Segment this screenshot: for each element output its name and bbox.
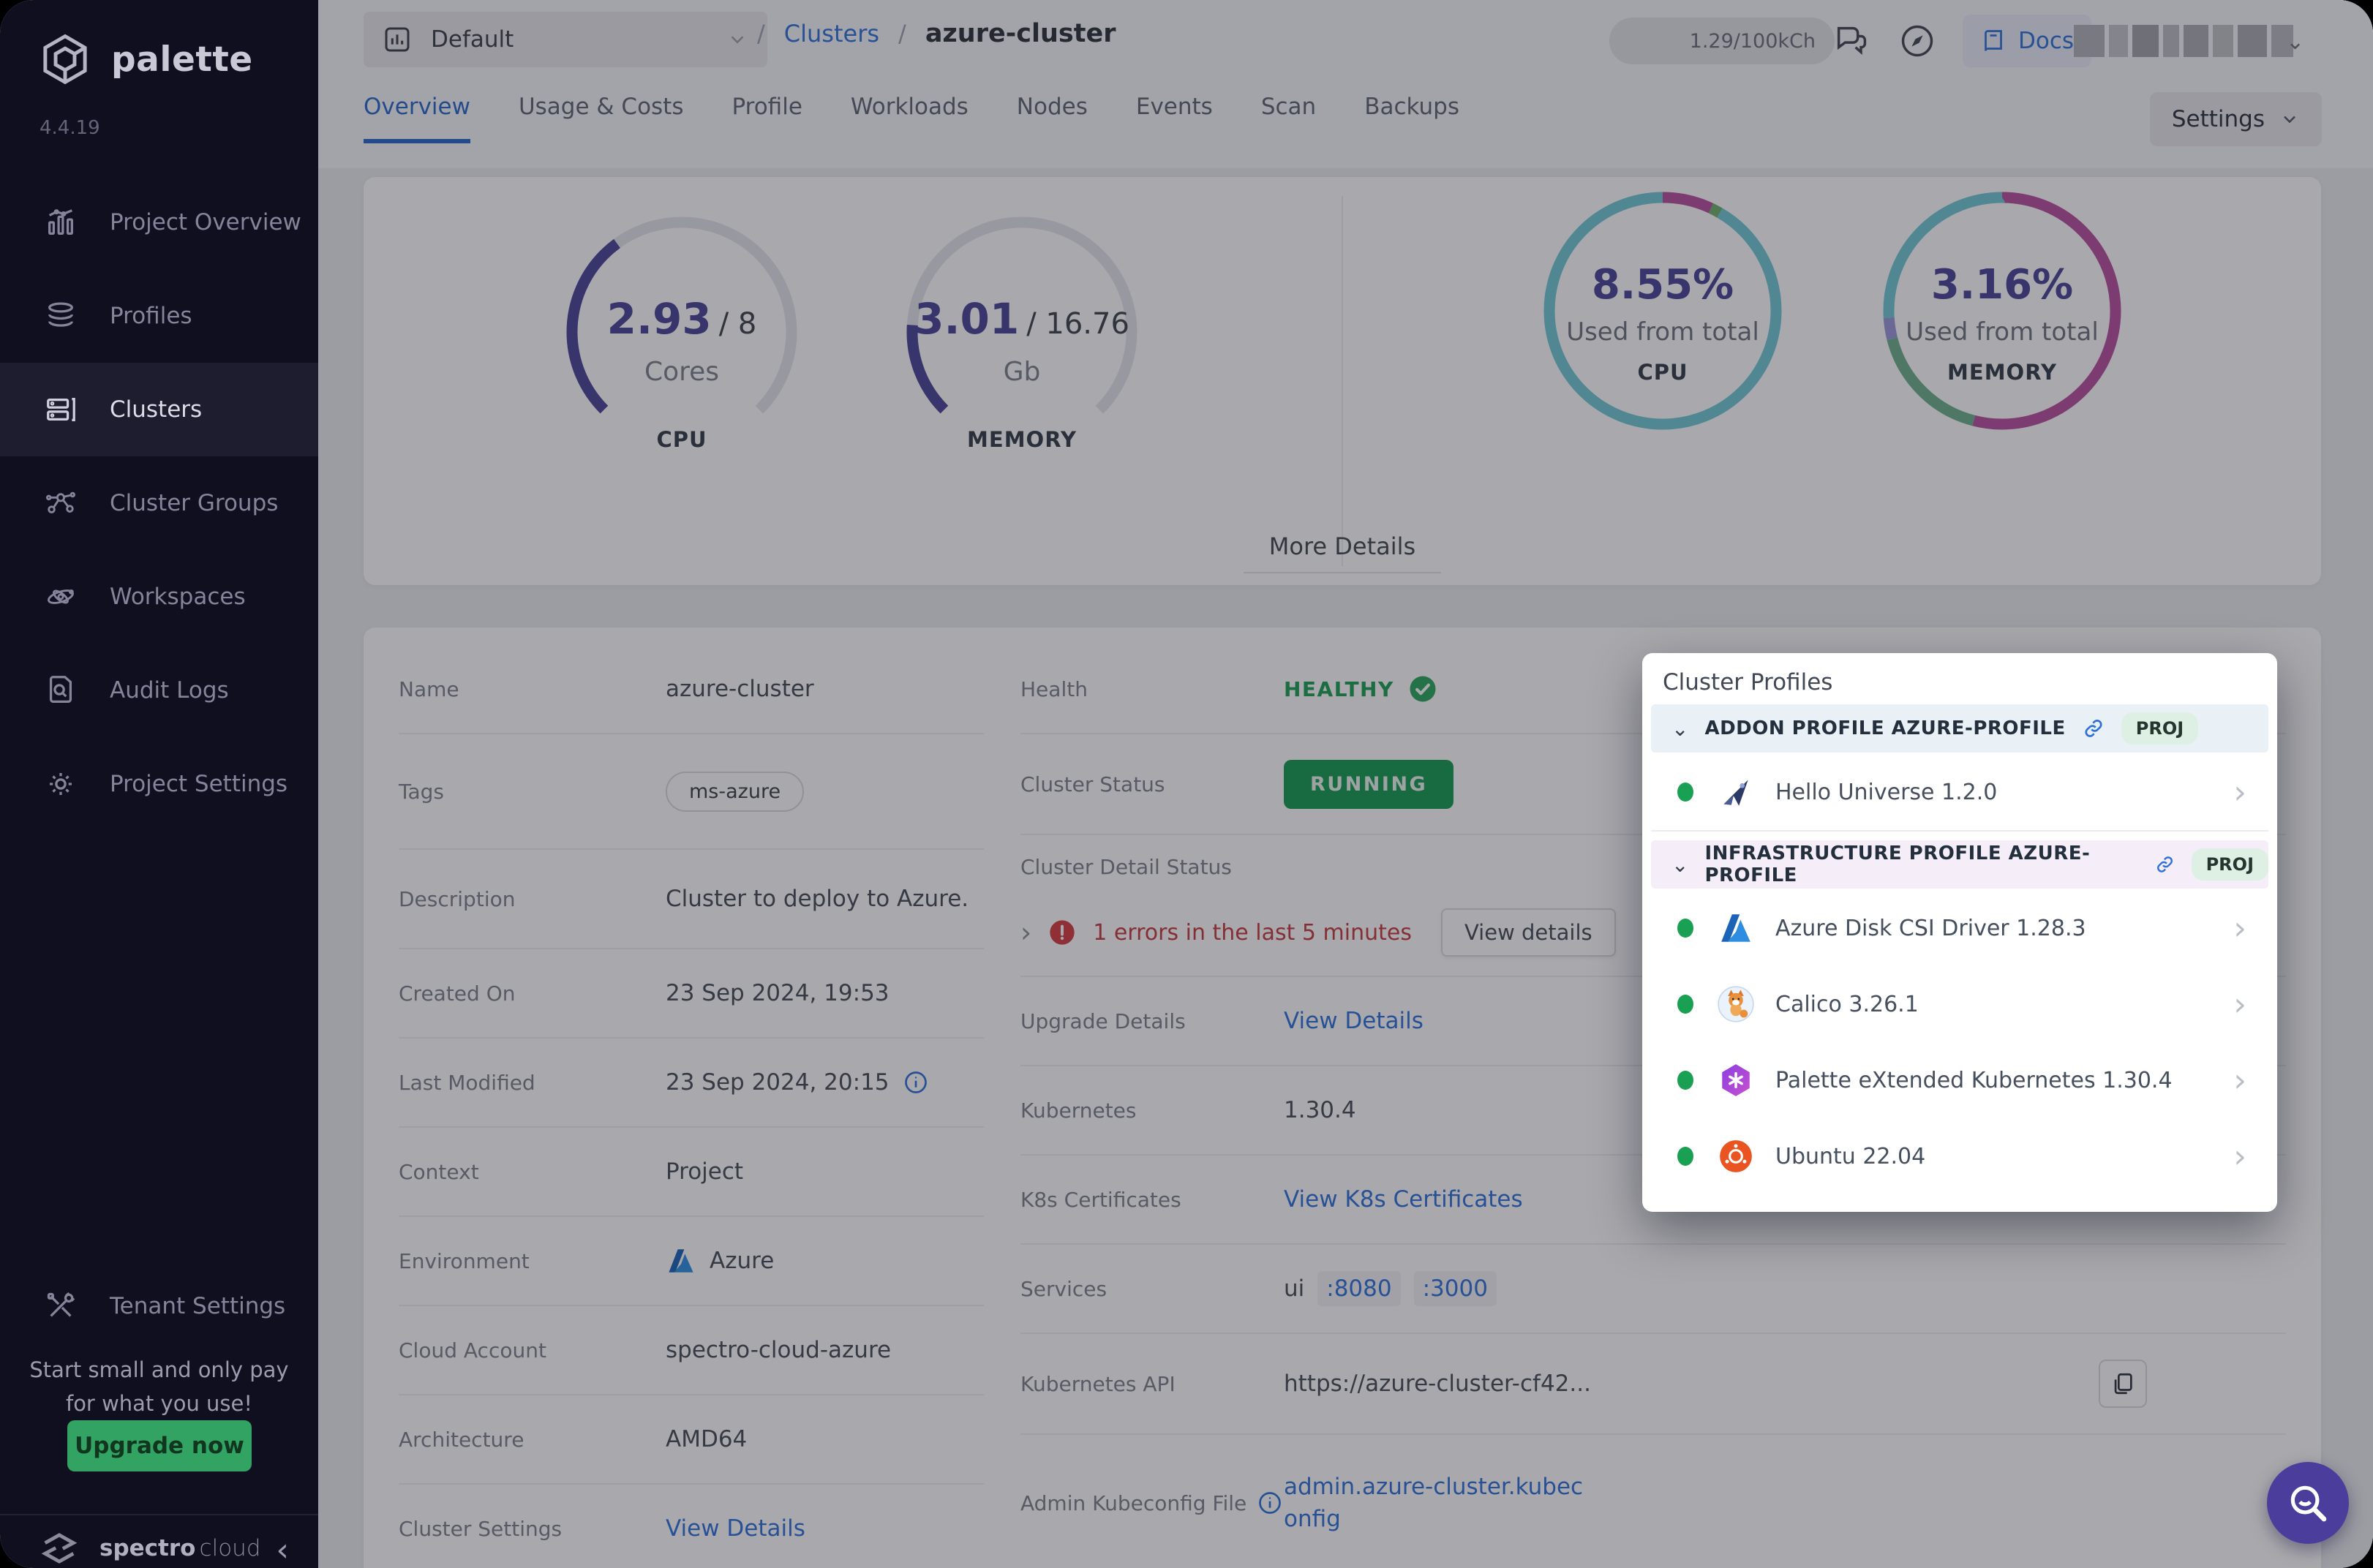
profile-item-calico[interactable]: Calico 3.26.1 › xyxy=(1651,966,2268,1044)
chevron-down-icon[interactable]: ⌄ xyxy=(1671,853,1688,877)
chevron-right-icon: › xyxy=(2233,774,2246,811)
help-search-fab[interactable] xyxy=(2267,1462,2349,1544)
sidebar-item-label: Clusters xyxy=(110,396,202,423)
sidebar-item-label: Profiles xyxy=(110,303,192,329)
proj-badge: PROJ xyxy=(2192,848,2268,881)
chevron-down-icon[interactable]: ⌄ xyxy=(1671,717,1688,741)
sidebar-nav: Project Overview Profiles Clusters Clust… xyxy=(0,176,318,831)
sidebar-item-cluster-groups[interactable]: Cluster Groups xyxy=(0,456,318,550)
layers-icon xyxy=(44,299,78,333)
section-name: INFRASTRUCTURE PROFILE AZURE-PROFILE xyxy=(1704,843,2137,886)
sidebar-tenant: Tenant Settings xyxy=(0,1259,318,1353)
gear-icon xyxy=(44,767,78,801)
sidebar-item-audit-logs[interactable]: Audit Logs xyxy=(0,644,318,737)
sidebar-item-label: Audit Logs xyxy=(110,677,229,704)
profile-item-hello-universe[interactable]: Hello Universe 1.2.0 › xyxy=(1651,754,2268,832)
chevron-right-icon: › xyxy=(2233,986,2246,1023)
profile-item-name: Ubuntu 22.04 xyxy=(1775,1144,2233,1169)
profile-item-pxk[interactable]: Palette eXtended Kubernetes 1.30.4 › xyxy=(1651,1042,2268,1120)
app-version: 4.4.19 xyxy=(40,117,100,139)
sidebar-item-profiles[interactable]: Profiles xyxy=(0,269,318,363)
status-dot xyxy=(1677,1147,1693,1166)
upgrade-now-button[interactable]: Upgrade now xyxy=(67,1420,252,1471)
sidebar-collapse-chevron[interactable]: ‹ xyxy=(276,1531,289,1568)
status-dot xyxy=(1677,995,1693,1014)
palette-hexagon-icon xyxy=(38,32,92,86)
tools-icon xyxy=(44,1289,78,1323)
profile-item-azure-disk[interactable]: Azure Disk CSI Driver 1.28.3 › xyxy=(1651,890,2268,968)
profile-item-name: Azure Disk CSI Driver 1.28.3 xyxy=(1775,916,2233,941)
overview-chart-icon xyxy=(44,206,78,239)
cluster-profiles-popup: Cluster Profiles ⌄ ADDON PROFILE AZURE-P… xyxy=(1642,653,2277,1212)
chevron-right-icon: › xyxy=(2233,910,2246,947)
proj-badge: PROJ xyxy=(2121,712,2198,745)
sidebar: palette 4.4.19 Project Overview Profiles… xyxy=(0,0,318,1568)
link-icon[interactable] xyxy=(2082,717,2105,740)
profile-item-name: Palette eXtended Kubernetes 1.30.4 xyxy=(1775,1068,2233,1093)
hello-universe-icon xyxy=(1718,774,1754,810)
ubuntu-icon xyxy=(1718,1138,1754,1175)
profile-item-name: Hello Universe 1.2.0 xyxy=(1775,780,2233,805)
sidebar-item-tenant-settings[interactable]: Tenant Settings xyxy=(0,1259,318,1353)
sidebar-item-project-overview[interactable]: Project Overview xyxy=(0,176,318,269)
sidebar-item-label: Project Overview xyxy=(110,209,301,235)
upgrade-promo-text: Start small and only pay for what you us… xyxy=(0,1353,318,1420)
profile-item-name: Calico 3.26.1 xyxy=(1775,992,2233,1017)
link-icon[interactable] xyxy=(2154,853,2175,876)
addon-profile-section-header[interactable]: ⌄ ADDON PROFILE AZURE-PROFILE PROJ xyxy=(1651,704,2268,753)
sidebar-item-label: Cluster Groups xyxy=(110,490,278,516)
status-dot xyxy=(1677,1071,1693,1090)
sidebar-item-workspaces[interactable]: Workspaces xyxy=(0,550,318,644)
sidebar-item-label: Tenant Settings xyxy=(110,1293,285,1319)
calico-icon xyxy=(1717,985,1755,1023)
clusters-icon xyxy=(44,393,78,426)
status-dot xyxy=(1677,919,1693,938)
sidebar-item-label: Project Settings xyxy=(110,771,287,797)
profile-item-ubuntu[interactable]: Ubuntu 22.04 › xyxy=(1651,1118,2268,1194)
network-icon xyxy=(44,486,78,520)
chevron-right-icon: › xyxy=(2233,1062,2246,1099)
sidebar-item-label: Workspaces xyxy=(110,584,246,610)
app-window: Default / Clusters / azure-cluster 1.29/… xyxy=(0,0,2373,1568)
section-name: ADDON PROFILE AZURE-PROFILE xyxy=(1704,717,2065,739)
brand-name: palette xyxy=(111,39,253,80)
footer-brand-spectro: spectro xyxy=(99,1535,195,1561)
sidebar-divider xyxy=(0,1514,318,1515)
spectro-cloud-footer: spectro cloud xyxy=(38,1527,261,1568)
orbit-icon xyxy=(44,580,78,614)
status-dot xyxy=(1677,783,1693,802)
footer-brand-cloud: cloud xyxy=(200,1535,261,1561)
palette-logo: palette xyxy=(38,32,253,86)
sidebar-item-clusters[interactable]: Clusters xyxy=(0,363,318,456)
infra-profile-section-header[interactable]: ⌄ INFRASTRUCTURE PROFILE AZURE-PROFILE P… xyxy=(1651,840,2268,889)
azure-icon xyxy=(1718,910,1754,946)
chevron-right-icon: › xyxy=(2233,1138,2246,1175)
sidebar-item-project-settings[interactable]: Project Settings xyxy=(0,737,318,831)
search-smile-icon xyxy=(2285,1480,2331,1526)
palette-kubernetes-icon xyxy=(1718,1062,1754,1098)
audit-search-icon xyxy=(44,674,78,707)
popup-title: Cluster Profiles xyxy=(1663,669,1832,696)
spectro-cloud-logo xyxy=(38,1527,80,1568)
